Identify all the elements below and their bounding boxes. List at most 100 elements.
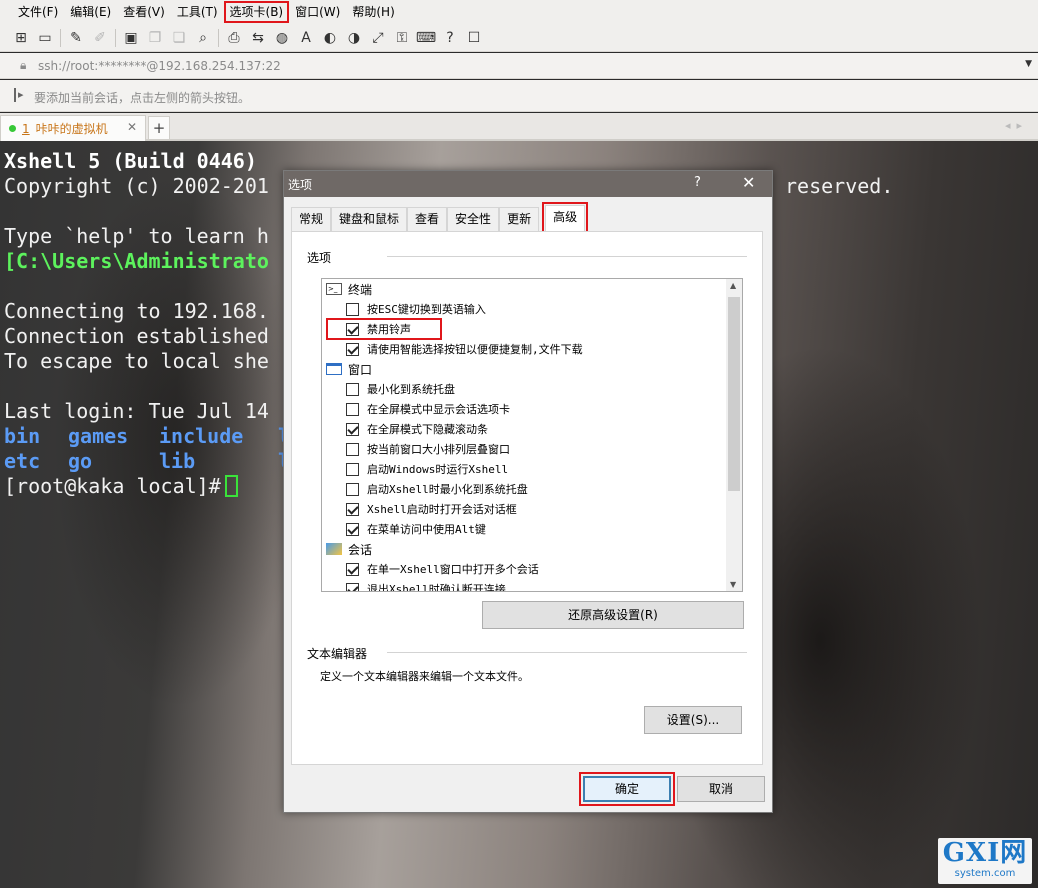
group-label: 会话: [348, 542, 373, 557]
checkbox[interactable]: [346, 422, 359, 436]
transfer-icon[interactable]: ⇆: [249, 29, 267, 47]
terminal-line: [C:\Users\Administrato: [4, 249, 269, 274]
checkbox[interactable]: [346, 482, 359, 496]
fullscreen-icon[interactable]: ⤢: [369, 29, 387, 47]
disconnect-icon[interactable]: ✐: [91, 29, 109, 47]
checkbox[interactable]: [346, 382, 359, 396]
option-row[interactable]: Xshell启动时打开会话对话框: [322, 499, 517, 519]
find-icon[interactable]: ⌕: [194, 29, 212, 47]
options-dialog: 选项 ? ✕ 常规 键盘和鼠标 查看 安全性 更新 高级 选项 >_ 终端 按ES…: [283, 170, 773, 813]
highlight-box: [326, 318, 442, 340]
tab-general[interactable]: 常规: [291, 207, 332, 231]
new-session-icon[interactable]: ⊞: [12, 29, 30, 47]
copy-icon[interactable]: ❐: [146, 29, 164, 47]
option-label: Xshell启动时打开会话对话框: [367, 503, 517, 516]
group-session[interactable]: 会话: [322, 539, 372, 559]
checkbox[interactable]: [346, 342, 359, 356]
dialog-help-button[interactable]: ?: [694, 175, 701, 190]
checkbox[interactable]: [346, 502, 359, 516]
option-row[interactable]: 启动Windows时运行Xshell: [322, 459, 508, 479]
add-session-arrow-icon[interactable]: ▸: [14, 88, 26, 102]
option-row[interactable]: 启动Xshell时最小化到系统托盘: [322, 479, 528, 499]
menu-bar: 文件(F) 编辑(E) 查看(V) 工具(T) 选项卡(B) 窗口(W) 帮助(…: [0, 0, 1038, 24]
section-divider: [387, 256, 747, 257]
xftp-icon[interactable]: ◑: [345, 29, 363, 47]
menu-file[interactable]: 文件(F): [12, 1, 64, 23]
menu-help[interactable]: 帮助(H): [346, 1, 400, 23]
close-tab-icon[interactable]: ✕: [127, 120, 137, 134]
group-window[interactable]: 窗口: [322, 359, 372, 379]
advanced-panel: 选项 >_ 终端 按ESC键切换到英语输入 禁用铃声 请使用智能选择按钮以便便捷复…: [291, 231, 763, 765]
script-icon[interactable]: ◐: [321, 29, 339, 47]
options-section-label: 选项: [307, 251, 332, 265]
paste-icon[interactable]: ❏: [170, 29, 188, 47]
dialog-title-bar[interactable]: 选项 ? ✕: [284, 171, 772, 197]
address-text[interactable]: ssh://root:********@192.168.254.137:22: [38, 59, 281, 73]
checkbox[interactable]: [346, 522, 359, 536]
properties-icon[interactable]: ▣: [122, 29, 140, 47]
lock-screen-icon[interactable]: ⚿: [393, 29, 411, 47]
chat-icon[interactable]: ☐: [465, 29, 483, 47]
checkbox[interactable]: [346, 322, 359, 336]
option-row[interactable]: 退出Xshell时确认断开连接: [322, 579, 506, 591]
scroll-down-icon[interactable]: ▼: [730, 580, 736, 589]
option-row[interactable]: 禁用铃声: [322, 318, 442, 340]
scroll-thumb[interactable]: [728, 297, 740, 491]
help-icon[interactable]: ?: [441, 29, 459, 47]
option-row[interactable]: 在单一Xshell窗口中打开多个会话: [322, 559, 539, 579]
option-row[interactable]: 按ESC键切换到英语输入: [322, 299, 486, 319]
tab-security[interactable]: 安全性: [447, 207, 500, 231]
tab-view[interactable]: 查看: [407, 207, 448, 231]
terminal-prompt-line: [root@kaka local]#: [4, 474, 238, 499]
highlight-box: [579, 772, 675, 806]
option-label: 启动Xshell时最小化到系统托盘: [367, 483, 528, 496]
terminal-line: reserved.: [785, 174, 894, 198]
checkbox[interactable]: [346, 402, 359, 416]
restore-advanced-button[interactable]: 还原高级设置(R): [482, 601, 744, 629]
tab-keyboard-mouse[interactable]: 键盘和鼠标: [331, 207, 408, 231]
list-scrollbar[interactable]: ▲ ▼: [726, 279, 742, 591]
chevron-down-icon[interactable]: ▼: [1025, 59, 1032, 69]
option-row[interactable]: 最小化到系统托盘: [322, 379, 455, 399]
toolbar-separator: [218, 28, 219, 47]
menu-tabs[interactable]: 选项卡(B): [223, 1, 290, 23]
option-row[interactable]: 在菜单访问中使用Alt键: [322, 519, 486, 539]
checkbox[interactable]: [346, 302, 359, 316]
menu-tools[interactable]: 工具(T): [171, 1, 224, 23]
option-row[interactable]: 请使用智能选择按钮以便便捷复制,文件下载: [322, 339, 583, 359]
tab-scroll-arrows-icon[interactable]: ◂▸: [1005, 119, 1028, 132]
dir-entry: go: [68, 449, 93, 473]
scroll-up-icon[interactable]: ▲: [730, 281, 736, 290]
options-tree-list[interactable]: >_ 终端 按ESC键切换到英语输入 禁用铃声 请使用智能选择按钮以便便捷复制,文…: [321, 278, 743, 592]
add-tab-button[interactable]: +: [148, 116, 170, 140]
group-label: 终端: [348, 282, 373, 297]
ok-button[interactable]: 确定: [579, 772, 675, 806]
site-watermark-logo: GXI网 system.com: [938, 838, 1032, 884]
session-tab[interactable]: 1 咔咔的虚拟机 ✕: [0, 115, 146, 141]
dialog-close-button[interactable]: ✕: [742, 173, 755, 192]
globe-icon[interactable]: ◍: [273, 29, 291, 47]
menu-window[interactable]: 窗口(W): [289, 1, 346, 23]
settings-button[interactable]: 设置(S)...: [644, 706, 742, 734]
keyboard-icon[interactable]: ⌨: [416, 29, 436, 47]
menu-edit[interactable]: 编辑(E): [64, 1, 117, 23]
address-bar[interactable]: 🔒︎ ssh://root:********@192.168.254.137:2…: [0, 53, 1038, 79]
tab-update[interactable]: 更新: [499, 207, 540, 231]
option-label: 在全屏模式中显示会话选项卡: [367, 403, 510, 416]
font-icon[interactable]: A: [297, 29, 315, 47]
cancel-button[interactable]: 取消: [677, 776, 765, 802]
tab-advanced[interactable]: 高级: [542, 202, 589, 234]
option-row[interactable]: 在全屏模式中显示会话选项卡: [322, 399, 510, 419]
terminal-line: To escape to local she: [4, 349, 269, 373]
option-row[interactable]: 在全屏模式下隐藏滚动条: [322, 419, 488, 439]
checkbox[interactable]: [346, 582, 359, 591]
checkbox[interactable]: [346, 442, 359, 456]
option-row[interactable]: 按当前窗口大小排列层叠窗口: [322, 439, 510, 459]
open-folder-icon[interactable]: ▭: [36, 29, 54, 47]
menu-view[interactable]: 查看(V): [117, 1, 171, 23]
connect-icon[interactable]: ✎: [67, 29, 85, 47]
group-terminal[interactable]: >_ 终端: [322, 279, 372, 299]
checkbox[interactable]: [346, 462, 359, 476]
print-icon[interactable]: ⎙: [225, 29, 243, 47]
checkbox[interactable]: [346, 562, 359, 576]
